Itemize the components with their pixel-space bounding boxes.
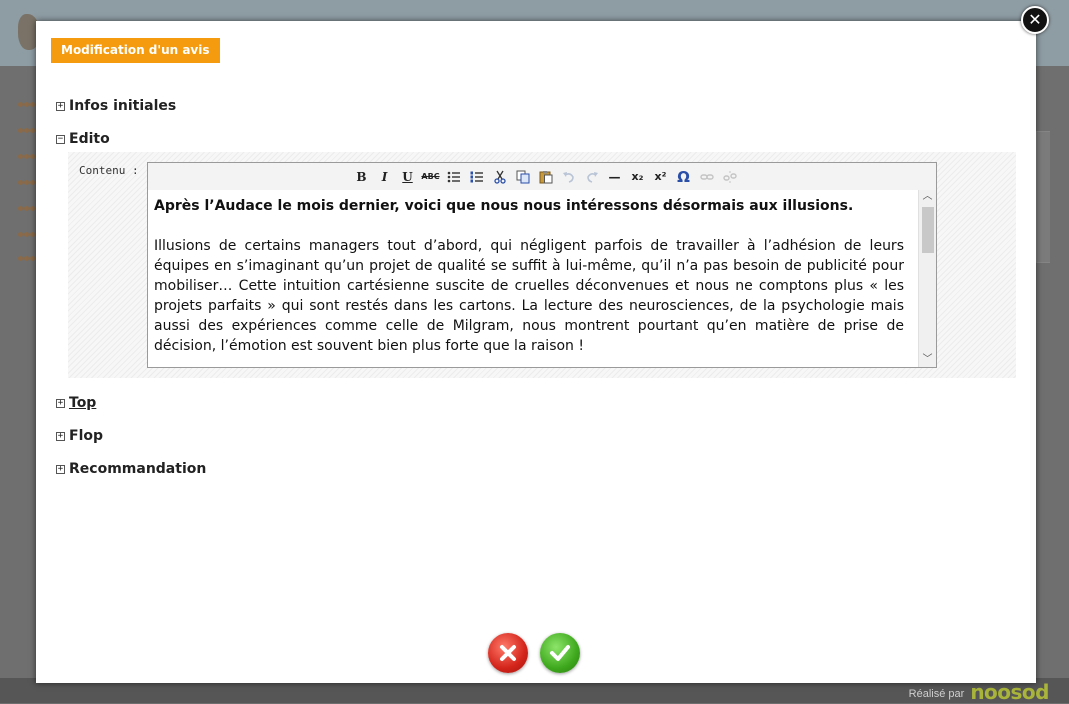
expand-icon[interactable]: + (56, 101, 65, 111)
editor-scrollbar[interactable]: ︿ ﹀ (918, 190, 936, 367)
undo-button[interactable] (557, 167, 580, 187)
background-decoration (18, 246, 38, 261)
link-button[interactable] (695, 167, 718, 187)
section-top[interactable]: + Top (56, 395, 96, 411)
footer-credit-prefix: Réalisé par (908, 688, 965, 700)
bullet-list-button[interactable] (442, 167, 465, 187)
horizontal-rule-button[interactable]: — (603, 167, 626, 187)
content-paragraph: Après l’Audace le mois dernier, voici qu… (154, 198, 854, 214)
section-infos-initiales[interactable]: + Infos initiales (56, 98, 176, 114)
redo-icon (586, 171, 598, 183)
background-decoration (18, 118, 38, 133)
numbered-list-button[interactable] (465, 167, 488, 187)
expand-icon[interactable]: + (56, 431, 65, 441)
background-decoration (18, 170, 38, 185)
strikethrough-button[interactable]: ABC (419, 167, 442, 187)
copy-button[interactable] (511, 167, 534, 187)
section-edito[interactable]: − Edito (56, 131, 110, 147)
section-label: Recommandation (69, 461, 207, 477)
link-icon (699, 173, 714, 180)
bullet-list-icon (447, 171, 460, 182)
edit-review-modal: Modification d'un avis + Infos initiales… (36, 21, 1036, 683)
section-label: Infos initiales (69, 98, 177, 114)
background-panel (1036, 131, 1050, 263)
underline-button[interactable]: U (396, 167, 419, 187)
cut-button[interactable] (488, 167, 511, 187)
section-recommandation[interactable]: + Recommandation (56, 461, 206, 477)
editor-toolbar: B I U ABC — x₂ x² Ω (148, 163, 936, 190)
background-decoration (18, 92, 38, 107)
background-decoration (18, 144, 38, 159)
undo-icon (562, 171, 574, 183)
edito-panel: Contenu : B I U ABC — x₂ x² Ω Après l’Au… (68, 152, 1016, 378)
paste-button[interactable] (534, 167, 557, 187)
unlink-button[interactable] (718, 167, 741, 187)
copy-icon (516, 170, 529, 183)
expand-icon[interactable]: + (56, 398, 65, 408)
content-paragraph: Illusions de certains managers tout d’ab… (154, 238, 904, 354)
cross-icon (500, 645, 516, 661)
cancel-button[interactable] (488, 633, 528, 673)
section-label: Edito (69, 131, 110, 147)
section-label: Flop (69, 428, 104, 444)
checkmark-icon (550, 645, 570, 661)
unlink-icon (722, 170, 737, 183)
scroll-down-icon[interactable]: ﹀ (919, 353, 936, 367)
editor-content[interactable]: Après l’Audace le mois dernier, voici qu… (148, 190, 918, 367)
scissors-icon (493, 170, 506, 184)
scroll-up-icon[interactable]: ︿ (919, 190, 936, 204)
italic-button[interactable]: I (373, 167, 396, 187)
footer-brand-logo: noosod (970, 680, 1049, 704)
confirm-button[interactable] (540, 633, 580, 673)
section-flop[interactable]: + Flop (56, 428, 103, 444)
expand-icon[interactable]: + (56, 464, 65, 474)
superscript-button[interactable]: x² (649, 167, 672, 187)
close-icon[interactable]: ✕ (1021, 6, 1049, 34)
subscript-button[interactable]: x₂ (626, 167, 649, 187)
numbered-list-icon (470, 171, 483, 182)
section-label: Top (69, 395, 97, 411)
rich-text-editor: B I U ABC — x₂ x² Ω Après l’Audace le mo… (147, 162, 937, 368)
paste-icon (539, 170, 552, 183)
background-decoration (18, 222, 38, 237)
footer-credit: Réalisé par noosod (908, 680, 1050, 704)
special-character-button[interactable]: Ω (672, 167, 695, 187)
content-label: Contenu : (79, 164, 139, 177)
bold-button[interactable]: B (350, 167, 373, 187)
scrollbar-thumb[interactable] (922, 207, 934, 253)
collapse-icon[interactable]: − (56, 134, 65, 144)
modal-title: Modification d'un avis (51, 38, 220, 63)
redo-button[interactable] (580, 167, 603, 187)
background-decoration (18, 196, 38, 211)
